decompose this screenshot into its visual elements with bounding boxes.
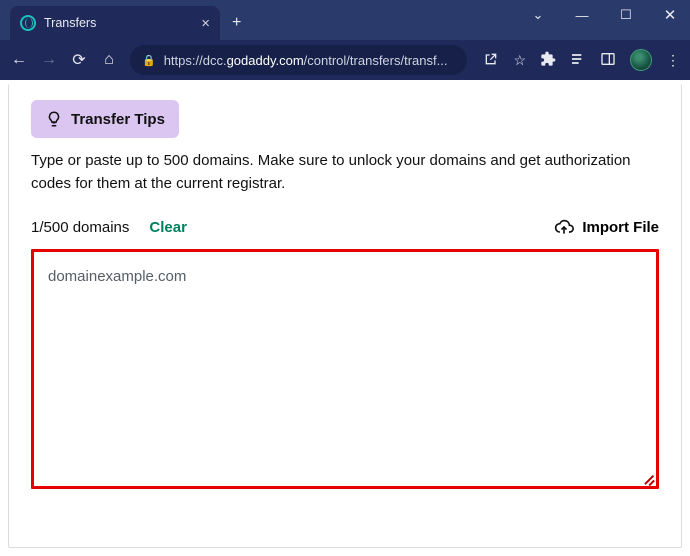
domain-textarea[interactable] bbox=[34, 252, 656, 486]
favicon-icon bbox=[20, 15, 36, 31]
maximize-button[interactable]: ☐ bbox=[612, 7, 640, 23]
lock-icon: 🔒 bbox=[142, 54, 156, 67]
page-content: Transfer Tips Type or paste up to 500 do… bbox=[8, 84, 682, 548]
bookmark-star-icon[interactable]: ☆ bbox=[513, 52, 526, 69]
forward-button[interactable]: → bbox=[40, 51, 58, 69]
browser-tab[interactable]: Transfers × bbox=[10, 6, 220, 40]
new-tab-button[interactable]: + bbox=[232, 14, 241, 32]
import-file-label: Import File bbox=[582, 219, 659, 236]
clear-button[interactable]: Clear bbox=[149, 219, 187, 236]
window-controls: ⌄ ― ☐ ✕ bbox=[524, 6, 684, 24]
window-titlebar: Transfers × + ⌄ ― ☐ ✕ bbox=[0, 0, 690, 40]
dropdown-icon[interactable]: ⌄ bbox=[524, 7, 552, 23]
domain-count: 1/500 domains bbox=[31, 219, 129, 236]
reading-list-icon[interactable] bbox=[570, 51, 586, 70]
import-file-button[interactable]: Import File bbox=[554, 217, 659, 237]
home-button[interactable]: ⌂ bbox=[100, 51, 118, 69]
domain-input-box bbox=[31, 249, 659, 489]
share-icon[interactable] bbox=[483, 51, 499, 70]
address-bar[interactable]: 🔒 https://dcc.godaddy.com/control/transf… bbox=[130, 45, 467, 75]
minimize-button[interactable]: ― bbox=[568, 8, 596, 23]
lightbulb-icon bbox=[45, 110, 63, 128]
domain-list-header: 1/500 domains Clear Import File bbox=[31, 217, 659, 237]
page-viewport: Transfer Tips Type or paste up to 500 do… bbox=[0, 80, 690, 556]
tab-title: Transfers bbox=[44, 16, 96, 30]
profile-avatar[interactable] bbox=[630, 49, 652, 71]
url-text: https://dcc.godaddy.com/control/transfer… bbox=[164, 53, 456, 68]
sidepanel-icon[interactable] bbox=[600, 51, 616, 70]
cloud-upload-icon bbox=[554, 217, 574, 237]
menu-icon[interactable]: ⋮ bbox=[666, 52, 680, 69]
instructions-text: Type or paste up to 500 domains. Make su… bbox=[31, 150, 659, 195]
reload-button[interactable]: ⟳ bbox=[70, 50, 88, 70]
close-window-button[interactable]: ✕ bbox=[656, 6, 684, 24]
extensions-icon[interactable] bbox=[540, 51, 556, 70]
transfer-tips-button[interactable]: Transfer Tips bbox=[31, 100, 179, 138]
back-button[interactable]: ← bbox=[10, 51, 28, 69]
browser-toolbar: ← → ⟳ ⌂ 🔒 https://dcc.godaddy.com/contro… bbox=[0, 40, 690, 80]
close-tab-button[interactable]: × bbox=[201, 15, 210, 32]
transfer-tips-label: Transfer Tips bbox=[71, 111, 165, 128]
